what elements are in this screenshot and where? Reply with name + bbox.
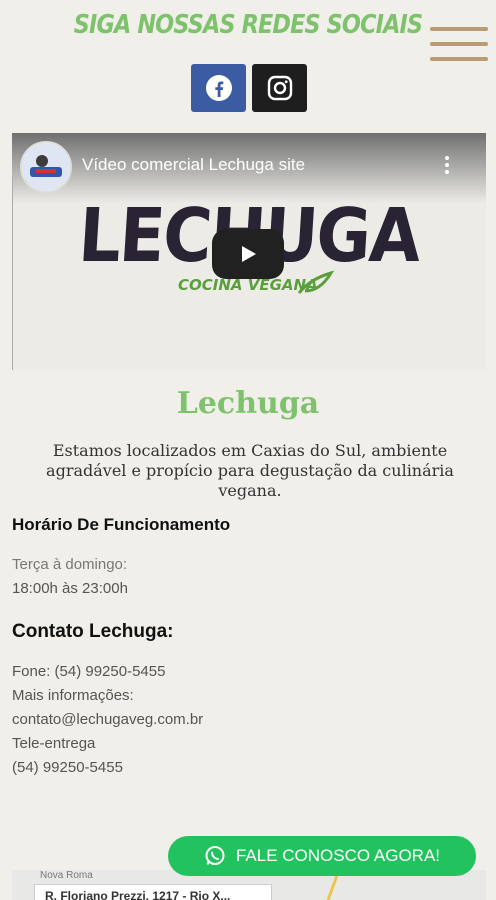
phone-text: Fone: (54) 99250-5455 bbox=[12, 663, 166, 680]
header: SIGA NOSSAS REDES SOCIAIS bbox=[0, 0, 496, 125]
whatsapp-icon bbox=[205, 846, 225, 865]
delivery-phone-text: (54) 99250-5455 bbox=[12, 759, 123, 776]
video-title[interactable]: Vídeo comercial Lechuga site bbox=[82, 155, 305, 175]
email-text[interactable]: contato@lechugaveg.com.br bbox=[12, 711, 203, 728]
leaf-icon bbox=[297, 270, 335, 294]
delivery-label: Tele-entrega bbox=[12, 735, 96, 752]
more-info-label: Mais informações: bbox=[12, 687, 134, 704]
instagram-button[interactable] bbox=[252, 64, 307, 112]
hours-time: 18:00h às 23:00h bbox=[12, 580, 128, 597]
map-area-label: Nova Roma bbox=[40, 870, 93, 881]
contact-title: Contato Lechuga: bbox=[12, 621, 174, 642]
more-vertical-icon[interactable] bbox=[440, 153, 454, 181]
play-button[interactable] bbox=[212, 229, 284, 279]
instagram-icon bbox=[267, 75, 292, 101]
hours-days: Terça à domingo: bbox=[12, 556, 128, 573]
channel-avatar[interactable] bbox=[20, 141, 72, 193]
channel-logo-icon bbox=[22, 143, 70, 191]
intro-text: Estamos localizados em Caxias do Sul, am… bbox=[46, 441, 454, 500]
cta-label: FALE CONOSCO AGORA! bbox=[235, 846, 441, 865]
map-address-box[interactable]: R. Floriano Prezzi, 1217 - Rio X... bbox=[34, 884, 272, 900]
social-title: SIGA NOSSAS REDES SOCIAIS bbox=[73, 10, 423, 40]
restaurant-name: Lechuga bbox=[176, 386, 320, 421]
divider bbox=[12, 175, 13, 370]
hours-title: Horário De Funcionamento bbox=[12, 515, 231, 534]
video-player[interactable]: Vídeo comercial Lechuga site LECHUGA COC… bbox=[12, 133, 486, 370]
hamburger-menu-icon[interactable] bbox=[430, 25, 488, 65]
whatsapp-cta-button[interactable]: FALE CONOSCO AGORA! bbox=[168, 836, 476, 876]
facebook-button[interactable] bbox=[191, 64, 246, 112]
facebook-icon bbox=[205, 75, 232, 101]
play-icon bbox=[242, 246, 256, 262]
